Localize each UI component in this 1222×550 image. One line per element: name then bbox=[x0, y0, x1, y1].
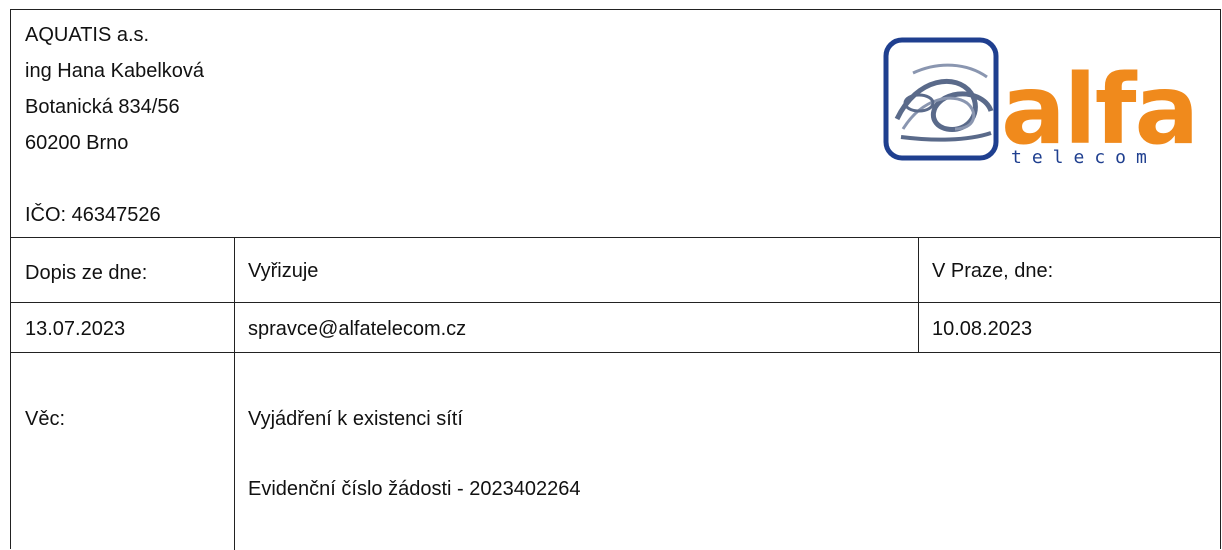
alfa-telecom-logo: alfa telecom bbox=[883, 37, 1199, 167]
subject-label: Věc: bbox=[25, 408, 66, 430]
table-col-divider-2 bbox=[918, 237, 919, 352]
place-date-label: V Praze, dne: bbox=[932, 260, 1054, 282]
logo-emblem-icon bbox=[894, 63, 994, 142]
place-date-value: 10.08.2023 bbox=[932, 318, 1033, 340]
letter-document: AQUATIS a.s. ing Hana Kabelková Botanick… bbox=[10, 9, 1221, 550]
sender-city: 60200 Brno bbox=[25, 132, 129, 154]
logo-subword: telecom bbox=[1011, 147, 1157, 167]
table-rule-top bbox=[11, 237, 1220, 238]
subject-line-2: Evidenční číslo žádosti - 2023402264 bbox=[248, 478, 581, 500]
table-col-divider-1 bbox=[234, 237, 235, 550]
letter-header: AQUATIS a.s. ing Hana Kabelková Botanick… bbox=[11, 10, 1220, 237]
handled-by-email: spravce@alfatelecom.cz bbox=[248, 318, 467, 340]
sender-street: Botanická 834/56 bbox=[25, 96, 180, 118]
sender-person: ing Hana Kabelková bbox=[25, 60, 205, 82]
letter-date-value: 13.07.2023 bbox=[25, 318, 126, 340]
letter-date-label: Dopis ze dne: bbox=[25, 262, 148, 284]
table-rule-1 bbox=[11, 302, 1220, 303]
subject-line-1: Vyjádření k existenci sítí bbox=[248, 408, 463, 430]
handled-by-label: Vyřizuje bbox=[248, 260, 319, 282]
sender-company: AQUATIS a.s. bbox=[25, 24, 150, 46]
table-rule-2 bbox=[11, 352, 1220, 353]
sender-ico: IČO: 46347526 bbox=[25, 204, 161, 226]
